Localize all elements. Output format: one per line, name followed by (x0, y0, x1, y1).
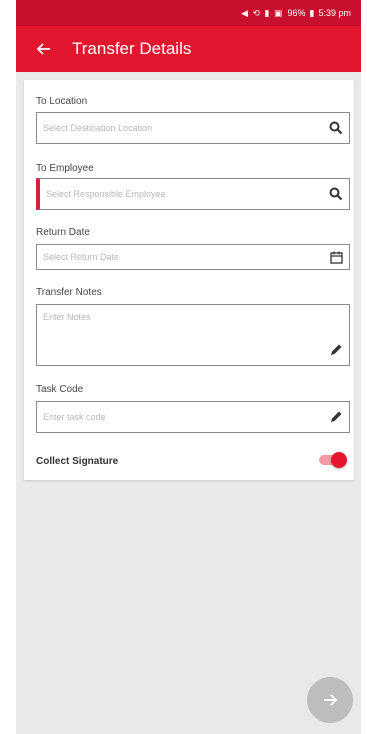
battery-level: 96% (287, 8, 306, 18)
return-date-label: Return Date (36, 227, 90, 238)
toggle-thumb (331, 452, 347, 468)
to-employee-placeholder: Select Responsible Employee (46, 189, 166, 199)
to-location-field[interactable]: Select Destination Location (36, 112, 350, 144)
page-title: Transfer Details (72, 39, 192, 58)
search-icon[interactable] (323, 113, 349, 143)
task-code-label: Task Code (36, 384, 84, 395)
collect-signature-label: Collect Signature (36, 456, 119, 467)
pencil-icon[interactable] (323, 402, 349, 432)
to-location-placeholder: Select Destination Location (43, 123, 153, 133)
status-icons: ◀ ⟲ ▮ ▣ (241, 7, 284, 18)
task-code-placeholder: Enter task code (43, 412, 106, 422)
calendar-icon[interactable] (323, 245, 349, 269)
app-bar: Transfer Details (16, 26, 361, 72)
to-employee-label: To Employee (36, 163, 94, 174)
next-button[interactable] (307, 677, 353, 723)
to-location-label: To Location (36, 96, 88, 107)
status-bar: ◀ ⟲ ▮ ▣ 96% ▮ 5:39 pm (16, 0, 361, 26)
phone-screen: ◀ ⟲ ▮ ▣ 96% ▮ 5:39 pm Transfer Details T… (16, 0, 361, 734)
transfer-notes-placeholder: Enter Notes (43, 312, 91, 322)
transfer-form-card: To Location Select Destination Location … (24, 80, 354, 480)
search-icon[interactable] (323, 179, 349, 209)
transfer-notes-label: Transfer Notes (36, 287, 102, 298)
arrow-right-icon (324, 694, 338, 706)
battery-icon: ▮ (309, 7, 315, 18)
collect-signature-toggle[interactable] (319, 452, 347, 468)
pencil-icon[interactable] (323, 335, 349, 365)
status-time: 5:39 pm (318, 8, 351, 18)
to-employee-field[interactable]: Select Responsible Employee (36, 178, 350, 210)
return-date-placeholder: Select Return Date (43, 252, 120, 262)
transfer-notes-field[interactable]: Enter Notes (36, 304, 350, 366)
return-date-field[interactable]: Select Return Date (36, 244, 350, 270)
back-arrow-icon[interactable] (30, 35, 58, 63)
task-code-field[interactable]: Enter task code (36, 401, 350, 433)
